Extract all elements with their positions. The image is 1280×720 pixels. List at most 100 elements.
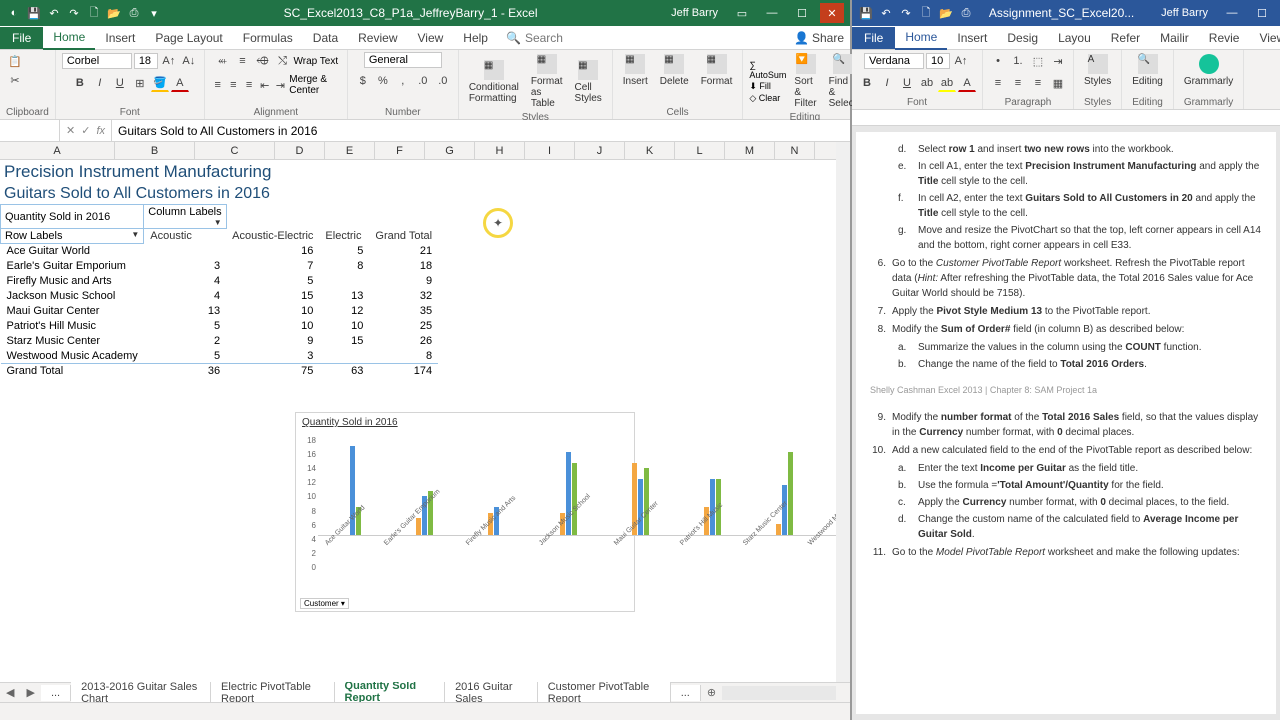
- word-bold-icon[interactable]: B: [858, 74, 876, 92]
- column-header[interactable]: N: [775, 142, 815, 159]
- vertical-scrollbar[interactable]: [836, 142, 850, 682]
- cell-styles-button[interactable]: ▦Cell Styles: [571, 58, 606, 106]
- column-header[interactable]: B: [115, 142, 195, 159]
- open-icon[interactable]: 📂: [106, 5, 122, 21]
- bullets-icon[interactable]: •: [989, 52, 1007, 70]
- pivot-value-field[interactable]: Quantity Sold in 2016: [1, 205, 144, 229]
- conditional-formatting-button[interactable]: ▦Conditional Formatting: [465, 58, 523, 106]
- pivot-column-labels[interactable]: Column Labels ▼: [144, 205, 226, 229]
- word-undo-icon[interactable]: ↶: [878, 5, 894, 21]
- shrink-font-icon[interactable]: A↓: [180, 52, 198, 70]
- word-tab[interactable]: Refer: [1101, 27, 1150, 49]
- redo-icon[interactable]: ↷: [66, 5, 82, 21]
- ribbon-options-icon[interactable]: ▭: [730, 3, 754, 23]
- format-as-table-button[interactable]: ▦Format as Table: [527, 52, 567, 111]
- comma-icon[interactable]: ,: [394, 72, 412, 90]
- file-tab[interactable]: File: [0, 27, 43, 49]
- align-bot-icon[interactable]: ⬲: [253, 52, 271, 70]
- grand-total-label[interactable]: Grand Total: [1, 364, 144, 379]
- table-row[interactable]: Earle's Guitar Emporium37818: [1, 259, 439, 274]
- add-sheet-button[interactable]: ⊕: [701, 686, 722, 699]
- grow-font-icon[interactable]: A↑: [160, 52, 178, 70]
- italic-icon[interactable]: I: [91, 74, 109, 92]
- numbering-icon[interactable]: 1.: [1009, 52, 1027, 70]
- percent-icon[interactable]: %: [374, 72, 392, 90]
- autosum-button[interactable]: ∑ AutoSum: [749, 60, 786, 80]
- grammarly-button[interactable]: Grammarly: [1180, 52, 1237, 89]
- wrap-text-button[interactable]: Wrap Text: [293, 56, 338, 67]
- word-qat-icon[interactable]: 🗋: [918, 5, 934, 21]
- autosave-toggle[interactable]: ◐: [6, 5, 22, 21]
- align-center-icon[interactable]: ≡: [227, 76, 241, 94]
- share-button[interactable]: 👤 Share: [794, 31, 844, 45]
- font-name-select[interactable]: Corbel: [62, 53, 132, 69]
- name-box[interactable]: [0, 120, 60, 141]
- word-strike-icon[interactable]: ab: [918, 74, 936, 92]
- word-align-left-icon[interactable]: ≡: [989, 74, 1007, 92]
- align-right-icon[interactable]: ≡: [242, 76, 256, 94]
- delete-cells-button[interactable]: ▦Delete: [656, 52, 693, 89]
- align-top-icon[interactable]: ⬴: [213, 52, 231, 70]
- border-icon[interactable]: ⊞: [131, 74, 149, 92]
- formula-input[interactable]: Guitars Sold to All Customers in 2016: [112, 120, 850, 141]
- number-format-select[interactable]: General: [364, 52, 442, 68]
- pivot-row-labels[interactable]: Row Labels ▼: [1, 229, 144, 244]
- word-minimize-icon[interactable]: —: [1220, 3, 1244, 23]
- word-tab[interactable]: View: [1249, 27, 1280, 49]
- word-align-center-icon[interactable]: ≡: [1009, 74, 1027, 92]
- dec-decimal-icon[interactable]: .0: [434, 72, 452, 90]
- excel-user[interactable]: Jeff Barry: [671, 7, 718, 19]
- word-styles-button[interactable]: AStyles: [1080, 52, 1115, 89]
- horizontal-scrollbar[interactable]: [722, 686, 836, 700]
- cancel-formula-icon[interactable]: ✕: [66, 124, 75, 137]
- column-header[interactable]: H: [475, 142, 525, 159]
- word-tab[interactable]: Revie: [1199, 27, 1250, 49]
- word-redo-icon[interactable]: ↷: [898, 5, 914, 21]
- paste-icon[interactable]: 📋: [6, 52, 24, 70]
- worksheet-grid[interactable]: ABCDEFGHIJKLMN Precision Instrument Manu…: [0, 142, 850, 682]
- sort-filter-button[interactable]: 🔽Sort & Filter: [790, 52, 820, 111]
- format-cells-button[interactable]: ▦Format: [697, 52, 737, 89]
- align-left-icon[interactable]: ≡: [211, 76, 225, 94]
- word-save-icon[interactable]: 💾: [858, 5, 874, 21]
- table-row[interactable]: Firefly Music and Arts459: [1, 274, 439, 289]
- print-icon[interactable]: ⎙: [126, 5, 142, 21]
- word-font-color-icon[interactable]: A: [958, 74, 976, 92]
- sheet-tab[interactable]: ...: [671, 685, 701, 701]
- word-font-size[interactable]: 10: [926, 53, 950, 69]
- clear-button[interactable]: ◇ Clear: [749, 93, 786, 104]
- word-user[interactable]: Jeff Barry: [1161, 7, 1208, 19]
- cell-a2[interactable]: Guitars Sold to All Customers in 2016: [0, 184, 836, 204]
- word-align-right-icon[interactable]: ≡: [1029, 74, 1047, 92]
- column-header[interactable]: D: [275, 142, 325, 159]
- table-row[interactable]: Jackson Music School4151332: [1, 289, 439, 304]
- minimize-icon[interactable]: —: [760, 3, 784, 23]
- column-header[interactable]: F: [375, 142, 425, 159]
- merge-center-button[interactable]: Merge & Center: [289, 74, 341, 96]
- word-underline-icon[interactable]: U: [898, 74, 916, 92]
- word-qat-icon[interactable]: ⎙: [958, 5, 974, 21]
- word-grow-font-icon[interactable]: A↑: [952, 52, 970, 70]
- qat-more-icon[interactable]: ▾: [146, 5, 162, 21]
- table-row[interactable]: Ace Guitar World16521: [1, 244, 439, 259]
- table-row[interactable]: Westwood Music Academy538: [1, 349, 439, 364]
- table-row[interactable]: Starz Music Center291526: [1, 334, 439, 349]
- tab-insert[interactable]: Insert: [95, 27, 145, 49]
- inc-decimal-icon[interactable]: .0: [414, 72, 432, 90]
- save-icon[interactable]: 💾: [26, 5, 42, 21]
- pivot-table[interactable]: Quantity Sold in 2016 Column Labels ▼ Ro…: [0, 204, 438, 379]
- word-shading-icon[interactable]: ▦: [1049, 74, 1067, 92]
- word-italic-icon[interactable]: I: [878, 74, 896, 92]
- word-file-tab[interactable]: File: [852, 27, 895, 49]
- pivot-chart[interactable]: Quantity Sold in 2016 181614121086420 Ac…: [295, 412, 635, 612]
- word-tab[interactable]: Layou: [1048, 27, 1101, 49]
- align-mid-icon[interactable]: ≡: [233, 52, 251, 70]
- indent-inc-icon[interactable]: ⇥: [274, 76, 288, 94]
- enter-formula-icon[interactable]: ✓: [81, 124, 90, 137]
- close-icon[interactable]: ✕: [820, 3, 844, 23]
- undo-icon[interactable]: ↶: [46, 5, 62, 21]
- cut-icon[interactable]: ✂: [6, 71, 24, 89]
- tab-review[interactable]: Review: [348, 27, 407, 49]
- underline-icon[interactable]: U: [111, 74, 129, 92]
- insert-cells-button[interactable]: ▦Insert: [619, 52, 652, 89]
